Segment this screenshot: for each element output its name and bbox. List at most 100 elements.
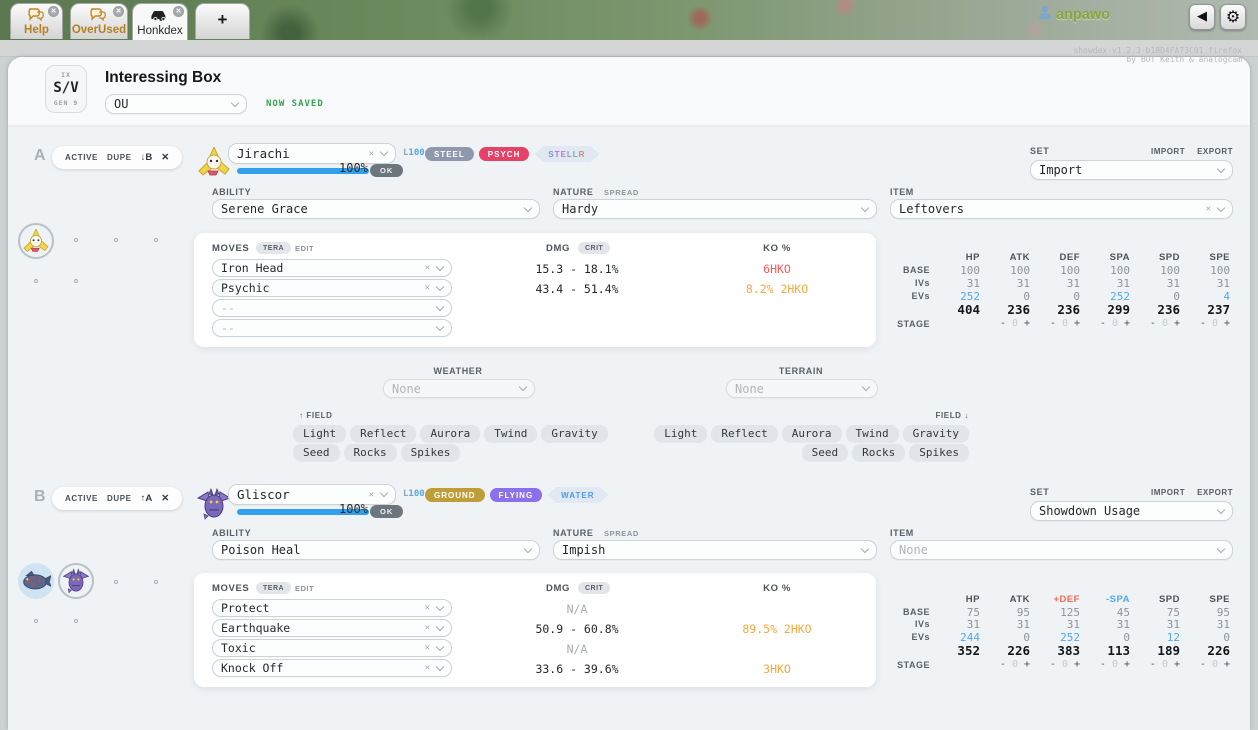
clear-icon[interactable]: ✕	[369, 149, 374, 159]
terrain-select[interactable]: None	[726, 379, 878, 398]
party-slot-gliscor-selected[interactable]	[58, 563, 94, 599]
close-icon[interactable]: ✕	[173, 6, 184, 17]
stage-minus[interactable]: -	[1000, 659, 1006, 670]
box-title[interactable]: Interessing Box	[105, 69, 221, 87]
crit-toggle[interactable]: CRIT	[578, 582, 610, 594]
field-stealth-rock-button[interactable]: Rocks	[852, 444, 905, 461]
field-spikes-button[interactable]: Spikes	[401, 444, 461, 461]
field-gravity-button[interactable]: Gravity	[903, 425, 969, 442]
move-select[interactable]: Protect ✕	[212, 599, 452, 617]
field-leech-seed-button[interactable]: Seed	[293, 444, 340, 461]
stage-minus[interactable]: -	[1000, 318, 1006, 329]
format-select[interactable]: OU	[105, 94, 247, 114]
new-tab-button[interactable]: +	[195, 3, 250, 39]
field-tailwind-button[interactable]: Twind	[484, 425, 537, 442]
export-button[interactable]: EXPORT	[1197, 488, 1233, 497]
close-icon[interactable]: ✕	[113, 6, 124, 17]
nature-select[interactable]: Impish	[553, 540, 877, 560]
party-slot-empty[interactable]	[74, 238, 78, 242]
level-indicator[interactable]: L100	[403, 489, 425, 499]
ability-select[interactable]: Poison Heal	[212, 540, 540, 560]
swap-to-a-button[interactable]: ↑A	[141, 493, 153, 504]
set-select[interactable]: Import	[1030, 160, 1233, 180]
party-slot-empty[interactable]	[114, 580, 118, 584]
tab-honkdex[interactable]: ✕ Honkdex	[132, 3, 188, 40]
close-icon[interactable]: ✕	[48, 6, 59, 17]
move-select-empty[interactable]: --	[212, 299, 452, 317]
tab-help[interactable]: ✕ Help	[10, 3, 63, 39]
field-reflect-button[interactable]: Reflect	[350, 425, 416, 442]
clear-icon[interactable]: ✕	[425, 643, 430, 653]
settings-button[interactable]: ⚙	[1220, 4, 1246, 30]
stage-minus[interactable]: -	[1100, 659, 1106, 670]
party-slot-empty[interactable]	[154, 238, 158, 242]
party-slot-empty[interactable]	[74, 279, 78, 283]
clear-icon[interactable]: ✕	[425, 603, 430, 613]
clear-icon[interactable]: ✕	[369, 490, 374, 500]
clear-icon[interactable]: ✕	[425, 283, 430, 293]
stage-plus[interactable]: +	[1224, 318, 1230, 329]
dupe-button[interactable]: DUPE	[107, 494, 132, 503]
status-badge[interactable]: OK	[370, 505, 403, 518]
party-slot-empty[interactable]	[74, 619, 78, 623]
stage-plus[interactable]: +	[1224, 659, 1230, 670]
tera-toggle[interactable]: TERA	[256, 242, 291, 254]
remove-button[interactable]: ✕	[161, 493, 169, 504]
collapse-button[interactable]: ◀	[1189, 4, 1215, 30]
move-select[interactable]: Toxic ✕	[212, 639, 452, 657]
status-badge[interactable]: OK	[370, 164, 403, 177]
active-button[interactable]: ACTIVE	[65, 153, 98, 162]
field-aurora-veil-button[interactable]: Aurora	[782, 425, 842, 442]
crit-toggle[interactable]: CRIT	[578, 242, 610, 254]
move-select-empty[interactable]: --	[212, 319, 452, 337]
move-select[interactable]: Psychic ✕	[212, 279, 452, 297]
party-slot-empty[interactable]	[114, 238, 118, 242]
item-select[interactable]: None	[890, 540, 1233, 560]
stage-minus[interactable]: -	[1050, 659, 1056, 670]
field-light-screen-button[interactable]: Light	[293, 425, 346, 442]
field-gravity-button[interactable]: Gravity	[541, 425, 607, 442]
clear-icon[interactable]: ✕	[425, 663, 430, 673]
party-slot-empty[interactable]	[34, 619, 38, 623]
stage-minus[interactable]: -	[1200, 659, 1206, 670]
dupe-button[interactable]: DUPE	[107, 153, 132, 162]
party-slot-jirachi-selected[interactable]	[18, 223, 54, 259]
move-select[interactable]: Iron Head ✕	[212, 259, 452, 277]
generation-badge[interactable]: IX S/V GEN 9	[45, 65, 87, 113]
stage-minus[interactable]: -	[1050, 318, 1056, 329]
tera-toggle[interactable]: TERA	[256, 582, 291, 594]
field-tailwind-button[interactable]: Twind	[846, 425, 899, 442]
stage-minus[interactable]: -	[1150, 318, 1156, 329]
nature-select[interactable]: Hardy	[553, 199, 877, 219]
export-button[interactable]: EXPORT	[1197, 147, 1233, 156]
weather-select[interactable]: None	[383, 379, 535, 398]
tera-type-badge[interactable]: STELLR	[534, 146, 599, 162]
field-reflect-button[interactable]: Reflect	[711, 425, 777, 442]
edit-button[interactable]: EDIT	[295, 584, 314, 593]
party-slot-basculegion[interactable]	[18, 563, 54, 599]
set-select[interactable]: Showdown Usage	[1030, 501, 1233, 521]
field-spikes-button[interactable]: Spikes	[909, 444, 969, 461]
import-button[interactable]: IMPORT	[1151, 147, 1185, 156]
move-select[interactable]: Knock Off ✕	[212, 659, 452, 677]
spread-toggle[interactable]: SPREAD	[604, 188, 639, 197]
edit-button[interactable]: EDIT	[295, 244, 314, 253]
stage-minus[interactable]: -	[1200, 318, 1206, 329]
tera-type-badge[interactable]: WATER	[547, 487, 608, 503]
remove-button[interactable]: ✕	[161, 152, 169, 163]
field-light-screen-button[interactable]: Light	[654, 425, 707, 442]
field-stealth-rock-button[interactable]: Rocks	[344, 444, 397, 461]
clear-icon[interactable]: ✕	[425, 623, 430, 633]
tab-overused[interactable]: ✕ OverUsed	[70, 3, 128, 39]
swap-to-b-button[interactable]: ↓B	[141, 152, 153, 163]
stage-minus[interactable]: -	[1100, 318, 1106, 329]
ability-select[interactable]: Serene Grace	[212, 199, 540, 219]
level-indicator[interactable]: L100	[403, 148, 425, 158]
stage-minus[interactable]: -	[1150, 659, 1156, 670]
party-slot-empty[interactable]	[34, 279, 38, 283]
party-slot-empty[interactable]	[154, 580, 158, 584]
field-aurora-veil-button[interactable]: Aurora	[420, 425, 480, 442]
spread-toggle[interactable]: SPREAD	[604, 529, 639, 538]
clear-icon[interactable]: ✕	[1206, 204, 1211, 214]
clear-icon[interactable]: ✕	[425, 263, 430, 273]
